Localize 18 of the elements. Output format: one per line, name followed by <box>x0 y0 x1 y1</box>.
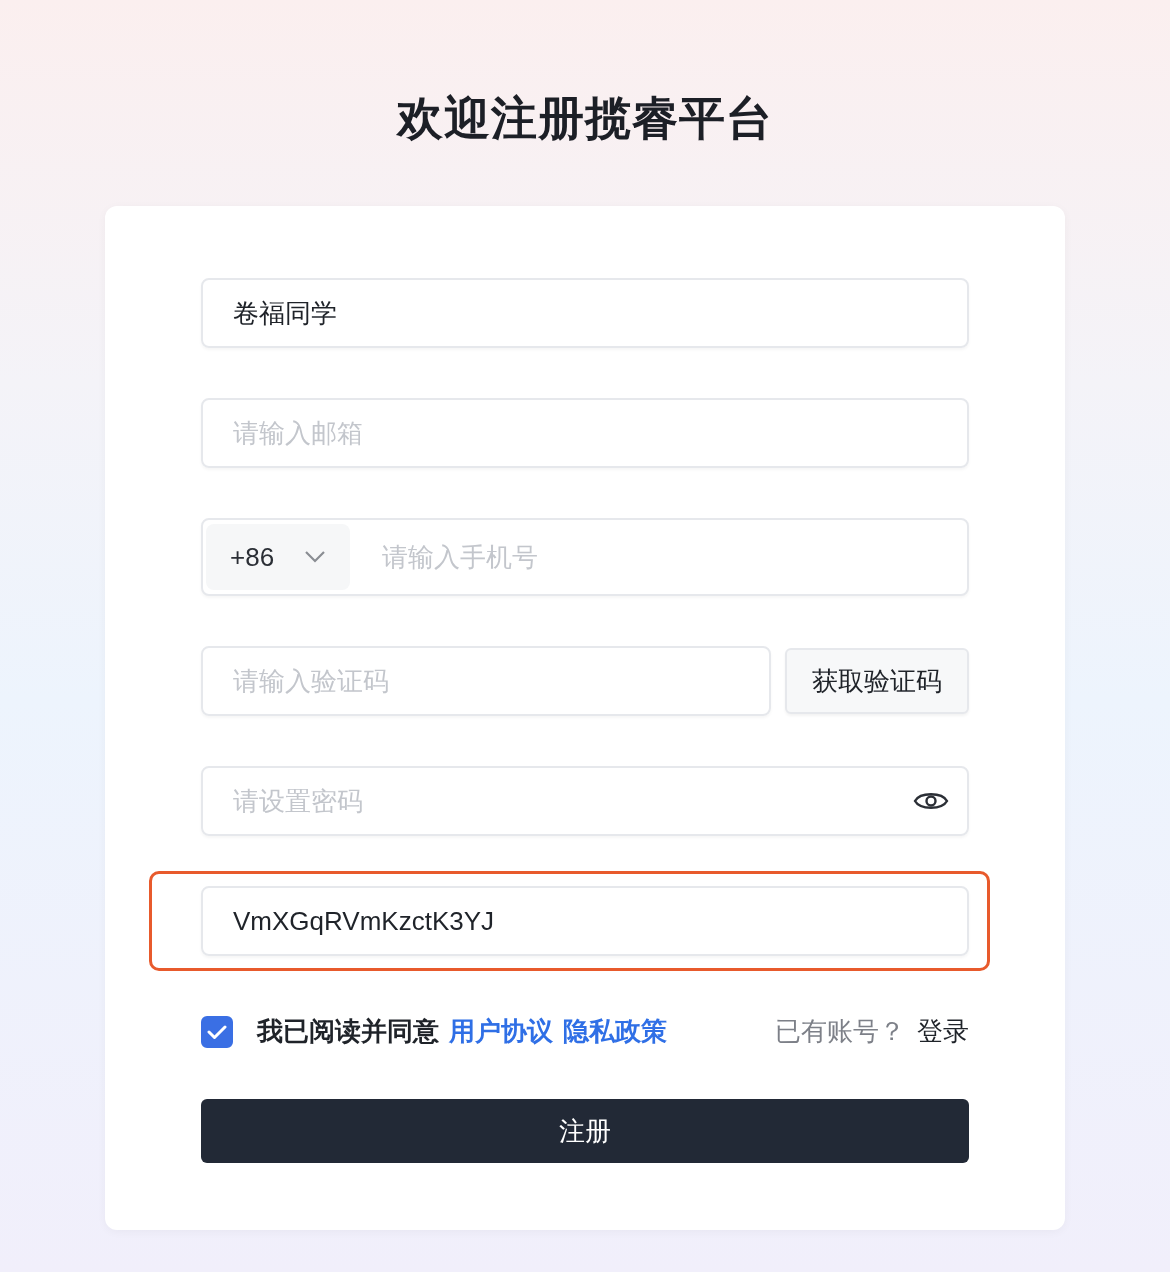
agreement-link[interactable]: 用户协议 <box>449 1014 553 1049</box>
check-icon <box>207 1023 227 1040</box>
get-code-button[interactable]: 获取验证码 <box>785 648 969 714</box>
login-link[interactable]: 登录 <box>917 1014 969 1049</box>
input-field[interactable]: 请输入验证码 <box>201 646 771 716</box>
register-button[interactable]: 注册 <box>201 1099 969 1163</box>
password-field[interactable]: 请设置密码 <box>201 766 969 836</box>
input-field[interactable]: 卷福同学 <box>201 278 969 348</box>
agreement-text: 我已阅读并同意 <box>257 1015 439 1048</box>
account-prompt: 已有账号？ <box>775 1015 905 1048</box>
input-field[interactable]: VmXGqRVmKzctK3YJ <box>201 886 969 956</box>
phone-field[interactable]: +86 请输入手机号 <box>201 518 969 596</box>
chevron-down-icon <box>304 550 327 564</box>
agreement-link[interactable]: 隐私政策 <box>563 1014 667 1049</box>
input-field[interactable]: 请输入邮箱 <box>201 398 969 468</box>
agree-checkbox[interactable] <box>201 1015 233 1048</box>
country-code-select[interactable]: +86 <box>206 524 351 590</box>
page-title: 欢迎注册揽睿平台 <box>395 91 774 146</box>
